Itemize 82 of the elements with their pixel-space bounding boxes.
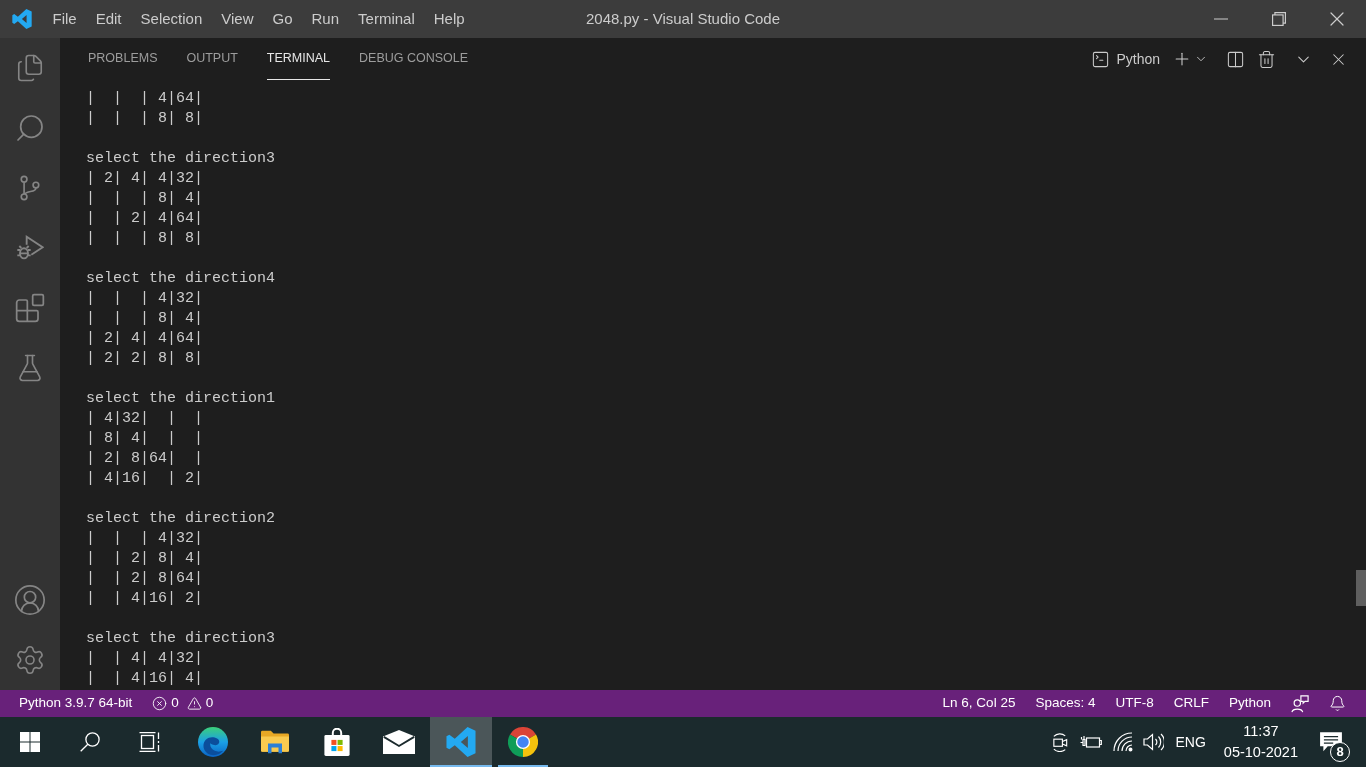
terminal-line: | | | 4|32| [86,289,204,309]
panel-tab[interactable]: PROBLEMS [88,38,158,80]
status-item[interactable]: UTF-8 [1105,690,1164,717]
clock-button[interactable]: 11:37 05-10-2021 [1213,717,1308,767]
video-camera-icon [1051,732,1070,752]
terminal-line: | | | 4|32| [86,529,204,549]
play-bug-icon [16,234,44,262]
status-item[interactable]: CRLF [1163,690,1219,717]
blocks-icon [14,292,46,324]
envelope-icon [383,730,415,754]
menu-item[interactable]: Terminal [348,0,425,38]
wifi-icon [1113,732,1134,752]
terminal-line: | | 4|16| 4| [86,669,204,689]
terminal-line: | 8| 4| | | [86,429,204,449]
warning-icon [186,696,202,711]
status-item[interactable]: Spaces: 4 [1025,690,1106,717]
segmented-circle-icon [508,727,538,757]
trash-icon [1257,49,1276,69]
account-icon [13,583,47,617]
terminal-select-button[interactable]: Python [1091,48,1160,70]
split-icon [1226,49,1245,69]
terminal-line: | | | 8| 4| [86,189,204,209]
search-icon [14,112,46,144]
action-center-button[interactable]: 8 [1308,717,1354,767]
status-item[interactable]: Python [1218,690,1281,717]
folder-icon [261,730,289,754]
app-logo-icon [12,9,32,29]
restore-icon [1272,12,1286,26]
terminal-line: | 4|16| | 2| [86,469,204,489]
menu-item[interactable]: Go [263,0,302,38]
terminal-line: | | 2| 8| 4| [86,549,204,569]
menu-item[interactable]: Help [424,0,475,38]
panel-tab[interactable]: OUTPUT [186,38,238,80]
language-button[interactable]: ENG [1167,717,1214,767]
swirl-icon [198,727,228,757]
menu-item[interactable]: Run [302,0,349,38]
terminal-line: | | | 4|64| [86,89,204,109]
terminal-line: | | | 8| 4| [86,309,204,329]
panel-tab[interactable]: TERMINAL [266,38,331,80]
task-view-icon [139,732,161,752]
four-panes-icon [20,732,40,752]
search-icon [80,732,100,752]
terminal-line: select the direction3 [86,149,276,169]
terminal-line: | 2| 8|64| | [86,449,204,469]
battery-plug-icon [1080,735,1103,749]
app-logo-icon [446,727,476,757]
settings-icon [14,644,46,676]
files-icon [15,53,45,83]
terminal-line: | | 2| 8|64| [86,569,204,589]
terminal-line: select the direction1 [86,389,276,409]
terminal-line: | 2| 2| 8| 8| [86,349,204,369]
minimize-icon [1214,18,1228,20]
terminal-line: | | | 8| 8| [86,229,204,249]
notification-badge: 8 [1330,742,1350,762]
terminal-line: | 2| 4| 4|32| [86,169,204,189]
terminal-line: | | | 8| 8| [86,109,204,129]
status-item[interactable]: Ln 6, Col 25 [932,690,1026,717]
scrollbar-thumb[interactable] [1356,570,1366,606]
bell-icon [1329,695,1346,712]
terminal-line: select the direction4 [86,269,276,289]
terminal-line: | | 2| 4|64| [86,209,204,229]
terminal-line: select the direction3 [86,629,276,649]
interpreter-button[interactable]: Python 3.9.7 64-bit [9,690,143,717]
delete-terminal-button[interactable] [1257,49,1276,69]
problems-button[interactable]: 0 0 [142,690,224,717]
split-terminal-button[interactable] [1226,49,1245,69]
menu-item[interactable]: Edit [86,0,132,38]
terminal-icon [1091,49,1111,69]
terminal-line: | 2| 4| 4|64| [86,329,204,349]
speaker-icon [1143,732,1164,752]
window-title: 2048.py - Visual Studio Code [586,8,780,29]
person-speech-icon [1291,694,1309,713]
terminal-line: select the direction2 [86,509,276,529]
shopping-bag-icon [324,728,350,756]
terminal-line: | | 4| 4|32| [86,649,204,669]
terminal-line: | | 4|16| 2| [86,589,204,609]
menu-item[interactable]: Selection [131,0,212,38]
panel-tab[interactable]: DEBUG CONSOLE [359,38,469,80]
terminal-line: | 4|32| | | [86,409,204,429]
menu-item[interactable]: File [43,0,87,38]
menu-item[interactable]: View [211,0,263,38]
error-icon [152,696,168,711]
